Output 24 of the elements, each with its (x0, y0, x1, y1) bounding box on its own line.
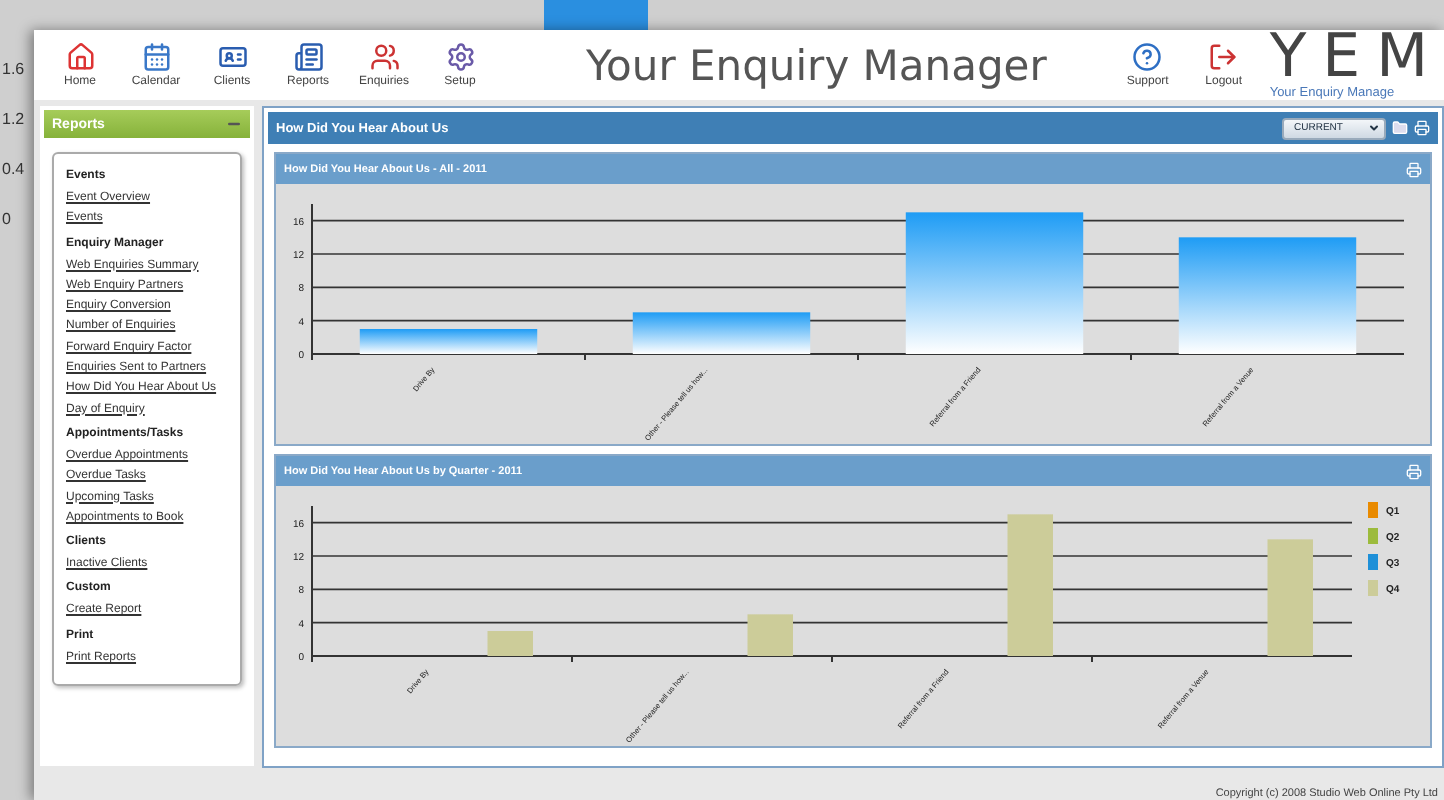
calendar-icon (141, 42, 171, 72)
print-icon[interactable] (1406, 463, 1422, 479)
people-icon (369, 42, 399, 72)
print-icon[interactable] (1414, 120, 1430, 136)
background-window-bar (544, 0, 648, 30)
axis-tick-label: 1.6 (0, 60, 27, 78)
axis-tick-label: 0 (0, 210, 13, 228)
bar (747, 614, 793, 656)
axis-tick-label: 1.2 (0, 110, 27, 128)
axis-tick-label: 0.4 (0, 160, 27, 178)
bar (487, 631, 533, 656)
id-card-icon (217, 42, 247, 72)
help-icon (1132, 42, 1163, 72)
logout-icon (1208, 42, 1239, 72)
newspaper-icon (293, 42, 323, 72)
logo-letters: YEM (1269, 30, 1444, 86)
house-icon (65, 42, 95, 72)
print-icon[interactable] (1406, 161, 1422, 177)
gear-icon (445, 42, 475, 72)
bar (1267, 539, 1313, 656)
folder-icon[interactable] (1392, 120, 1408, 136)
window-title: Your Enquiry Manager (586, 41, 1049, 89)
bar (1007, 514, 1053, 656)
caret-icon (1368, 122, 1380, 134)
